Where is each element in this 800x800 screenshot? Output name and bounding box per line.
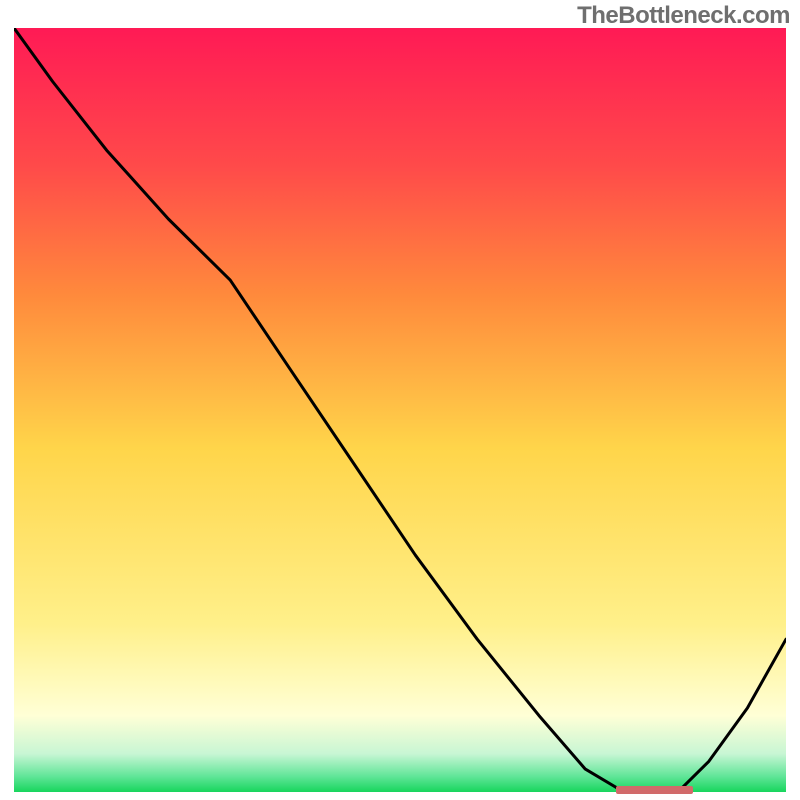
curve-path	[14, 28, 786, 792]
curve-line	[14, 28, 786, 792]
watermark-text: TheBottleneck.com	[577, 2, 790, 30]
plot-area	[14, 28, 786, 792]
valley-marker	[616, 786, 693, 794]
chart-container: TheBottleneck.com	[0, 0, 800, 800]
